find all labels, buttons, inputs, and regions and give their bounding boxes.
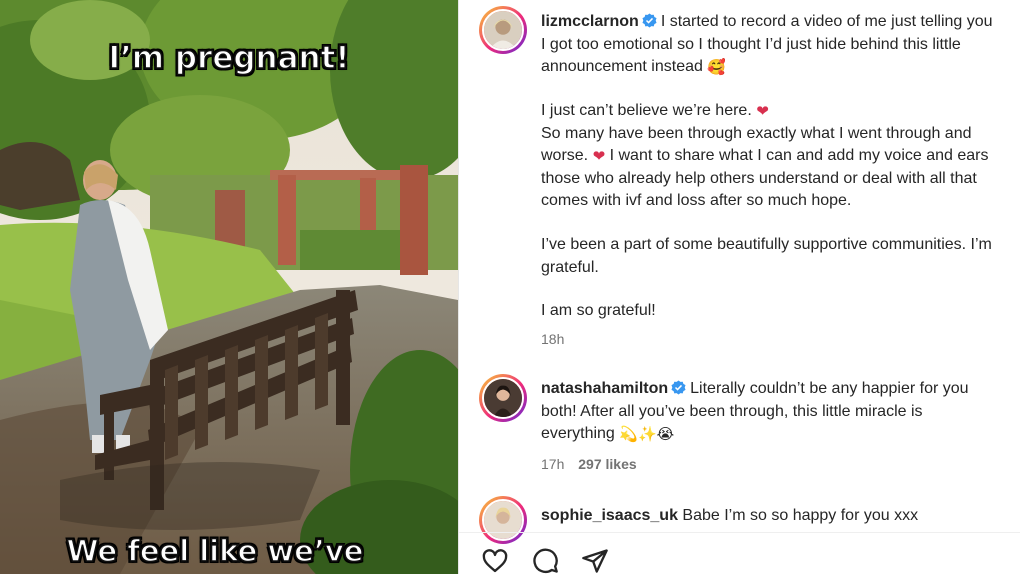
heart-icon[interactable] bbox=[481, 547, 509, 574]
caption-we-feel: We feel like we’ve bbox=[66, 533, 364, 569]
caption-text-1: I started to record a video of me just t… bbox=[660, 13, 993, 30]
commenter-username[interactable]: natashahamilton bbox=[541, 380, 668, 397]
caption-line-7: those who already help others understand… bbox=[541, 169, 977, 187]
verified-badge-icon bbox=[642, 13, 657, 28]
instagram-post-panel: lizmcclarnon I started to record a video … bbox=[458, 0, 1020, 574]
sparkles-emoji: ✨ bbox=[637, 426, 657, 443]
post-action-bar bbox=[481, 547, 609, 574]
comment-2-text: Babe I’m so so happy for you xxx bbox=[682, 507, 919, 524]
commenter-2-username[interactable]: sophie_isaacs_uk bbox=[541, 507, 678, 524]
caption-line-4: I just can’t believe we’re here. ❤ bbox=[541, 100, 1020, 124]
verified-badge-icon bbox=[671, 380, 686, 395]
comment-1-line-2: both! After all you’ve been through, thi… bbox=[541, 402, 923, 420]
caption-line-8: comes with ivf and loss after so much ho… bbox=[541, 192, 852, 209]
comment-1-line-3: everything 💫✨😭 bbox=[541, 423, 1020, 447]
comment-2-line-1: sophie_isaacs_uk Babe I’m so so happy fo… bbox=[541, 505, 1020, 528]
comment-icon[interactable] bbox=[531, 547, 559, 574]
caption-line-10: grateful. bbox=[541, 258, 599, 276]
commenter-photo-icon bbox=[484, 379, 522, 417]
caption-line-6: worse. ❤ I want to share what I can and … bbox=[541, 145, 1020, 169]
comment-1-likes[interactable]: 297 likes bbox=[578, 456, 636, 472]
caption-text-3: announcement instead bbox=[541, 58, 703, 75]
caption-line-2: I got too emotional so I thought I’d jus… bbox=[541, 35, 961, 53]
commenter-2-avatar[interactable] bbox=[479, 496, 527, 544]
action-bar-divider bbox=[459, 532, 1020, 533]
caption-text-4: I just can’t believe we’re here. bbox=[541, 102, 752, 119]
share-icon[interactable] bbox=[581, 547, 609, 574]
smiling-hearts-emoji: 🥰 bbox=[707, 59, 727, 76]
red-heart-emoji: ❤ bbox=[592, 148, 606, 165]
comment-1-text-3: everything bbox=[541, 425, 615, 442]
caption-pregnant: I’m pregnant! bbox=[108, 39, 351, 77]
author-photo-icon bbox=[484, 11, 522, 49]
caption-line-1: lizmcclarnon I started to record a video … bbox=[541, 11, 1020, 34]
post-timestamp[interactable]: 18h bbox=[541, 331, 564, 347]
comment-1-line-1: natashahamilton Literally couldn’t be any… bbox=[541, 378, 1020, 401]
post-author-username[interactable]: lizmcclarnon bbox=[541, 13, 639, 30]
commenter-avatar[interactable] bbox=[479, 374, 527, 422]
caption-line-9: I’ve been a part of some beautifully sup… bbox=[541, 236, 992, 253]
comment-1-meta: 17h 297 likes bbox=[541, 456, 637, 472]
caption-line-5: So many have been through exactly what I… bbox=[541, 124, 972, 142]
dizzy-emoji: 💫 bbox=[619, 426, 638, 443]
red-heart-emoji: ❤ bbox=[756, 103, 769, 120]
garden-scene-image bbox=[0, 0, 458, 574]
caption-line-11: I am so grateful! bbox=[541, 302, 656, 319]
caption-text-6b: I want to share what I can and add my vo… bbox=[609, 147, 989, 164]
announcement-photo: I’m pregnant! We feel like we’ve bbox=[0, 0, 458, 574]
crying-face-emoji: 😭 bbox=[656, 426, 675, 443]
comment-1-text-1: Literally couldn’t be any happier for yo… bbox=[690, 380, 969, 397]
caption-text-6: worse. bbox=[541, 147, 589, 164]
caption-line-3: announcement instead 🥰 bbox=[541, 56, 1020, 80]
comment-1-time[interactable]: 17h bbox=[541, 456, 564, 472]
author-avatar[interactable] bbox=[479, 6, 527, 54]
commenter-2-photo-icon bbox=[484, 501, 522, 539]
